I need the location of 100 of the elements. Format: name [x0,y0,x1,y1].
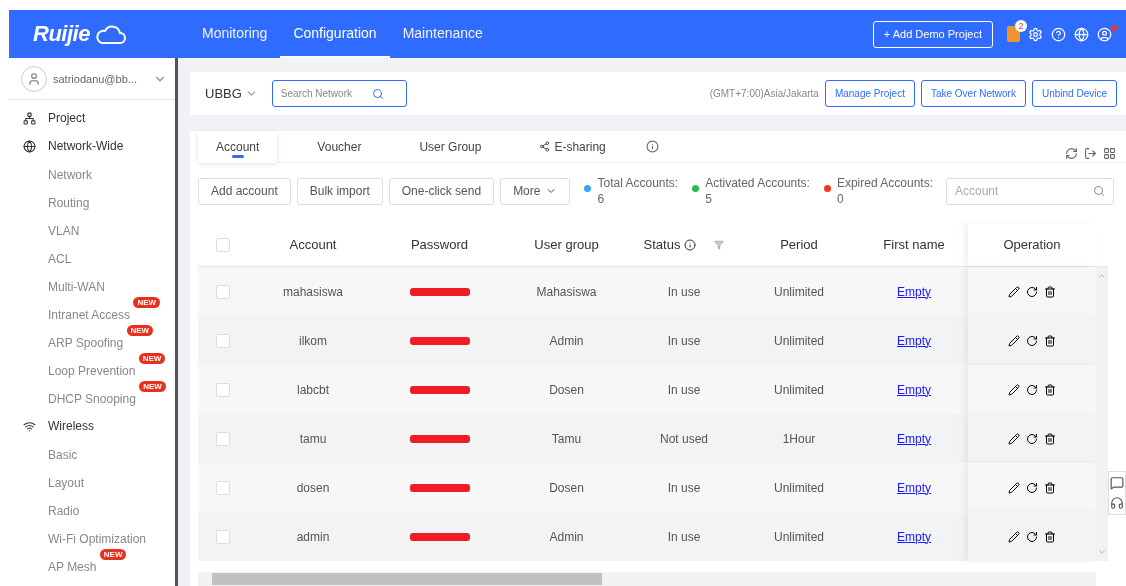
row-checkbox[interactable] [216,382,230,397]
edit-icon[interactable] [1008,432,1020,445]
timezone: (GMT+7:00)Asia/Jakarta [709,88,819,99]
sidebar-subitem[interactable]: Network [48,168,92,182]
horizontal-scrollbar[interactable] [198,572,1096,586]
column-header: Account [288,237,338,252]
reset-icon[interactable] [1026,530,1038,543]
info-icon[interactable] [645,140,659,153]
edit-icon[interactable] [1008,481,1020,494]
edit-icon[interactable] [1008,383,1020,396]
grid-icon[interactable] [1103,147,1116,160]
sidebar-subitem[interactable]: Multi-WAN [48,280,105,294]
nav-tab[interactable]: Maintenance [389,10,496,58]
delete-icon[interactable] [1044,334,1056,347]
nav-tab[interactable]: Monitoring [189,10,281,58]
new-badge: NEW [138,353,166,364]
action-button[interactable]: Bulk import [296,177,383,205]
search-field[interactable]: Search Network [271,80,407,107]
edit-icon[interactable] [1008,285,1020,298]
action-button[interactable]: One-click send [388,177,495,205]
tab[interactable]: E-sharing [521,130,624,163]
sidebar-item[interactable]: Project [48,111,86,125]
stat-label: Expired Accounts: [836,176,933,190]
table-cell-text: Mahasiswa [535,284,598,299]
support-icon[interactable] [1110,496,1124,510]
column-header: First name [882,237,946,252]
first-name-link[interactable]: Empty [860,284,968,299]
new-badge: NEW [139,381,166,392]
row-checkbox[interactable] [216,529,230,544]
reset-icon[interactable] [1026,481,1038,494]
column-header: Period [779,237,819,252]
sidebar-subitem[interactable]: Routing [48,196,90,210]
help-icon[interactable] [1051,26,1066,42]
action-button[interactable]: Add account [198,177,291,205]
share-icon [539,141,551,152]
first-name-link[interactable]: Empty [860,382,968,397]
project-button[interactable]: Unbind Device [1031,80,1117,107]
user-name[interactable]: satriodanu@bb... [53,72,147,85]
add-demo-project-button[interactable]: + Add Demo Project [872,20,993,48]
reset-icon[interactable] [1026,285,1038,298]
chat-icon[interactable] [1110,476,1124,490]
delete-icon[interactable] [1044,383,1056,396]
sidebar-subitem[interactable]: Layout [48,476,85,490]
reset-icon[interactable] [1026,334,1038,347]
new-badge: NEW [133,297,161,308]
sidebar-subitem[interactable]: Radio [48,504,80,518]
search-icon[interactable] [1093,185,1105,197]
table-cell-text: Unlimited [773,382,825,397]
reset-icon[interactable] [1026,432,1038,445]
stat-label: Activated Accounts: [705,176,810,190]
project-button[interactable]: Manage Project [824,80,915,107]
search-icon[interactable] [371,87,384,100]
alert-icon[interactable] [1007,26,1020,42]
edit-icon[interactable] [1008,530,1020,543]
stat-label: Total Accounts: [597,176,679,190]
delete-icon[interactable] [1044,432,1056,445]
delete-icon[interactable] [1044,481,1056,494]
sitemap-icon [23,111,36,125]
first-name-link[interactable]: Empty [860,431,968,446]
refresh-icon[interactable] [1065,147,1078,160]
reset-icon[interactable] [1026,383,1038,396]
stat-value: 6 [597,192,606,206]
logo[interactable]: Ruijie [33,21,90,47]
row-checkbox[interactable] [216,284,230,299]
new-badge: NEW [99,549,127,560]
user-icon[interactable] [1097,26,1112,42]
select-all-checkbox[interactable] [216,237,230,252]
row-checkbox[interactable] [216,431,230,446]
row-checkbox[interactable] [216,333,230,348]
table-cell-text: Admin [548,333,585,348]
info-icon[interactable] [684,238,697,251]
stat-value: 5 [705,192,713,206]
sidebar-item[interactable]: Wireless [48,419,94,433]
export-icon[interactable] [1084,147,1097,160]
table-cell-text: 1Hour [781,431,817,446]
action-button[interactable]: More [500,177,571,205]
row-checkbox[interactable] [216,480,230,495]
tab[interactable]: Voucher [299,130,380,163]
tab[interactable]: Account [198,130,278,163]
network-select[interactable]: UBBG [205,86,258,101]
sidebar-subitem[interactable]: VLAN [48,224,80,238]
edit-icon[interactable] [1008,334,1020,347]
sidebar-subitem[interactable]: Basic [48,448,78,462]
table-cell-text: In use [666,382,702,397]
sidebar-subitem[interactable]: Wi-Fi Optimization [48,532,146,546]
project-button[interactable]: Take Over Network [920,80,1026,107]
table-cell-text: In use [666,529,702,544]
table-cell-text: Dosen [548,382,585,397]
sidebar-subitem[interactable]: ACL [48,252,72,266]
tab[interactable]: User Group [401,130,500,163]
delete-icon[interactable] [1044,285,1056,298]
first-name-link[interactable]: Empty [860,480,968,495]
delete-icon[interactable] [1044,530,1056,543]
column-header: User group [533,237,600,252]
table-cell-text: Tamu [550,431,583,446]
first-name-link[interactable]: Empty [860,529,968,544]
first-name-link[interactable]: Empty [860,333,968,348]
settings-icon[interactable] [1028,26,1043,42]
sidebar-item[interactable]: Network-Wide [48,139,124,153]
globe-icon[interactable] [1074,26,1089,42]
